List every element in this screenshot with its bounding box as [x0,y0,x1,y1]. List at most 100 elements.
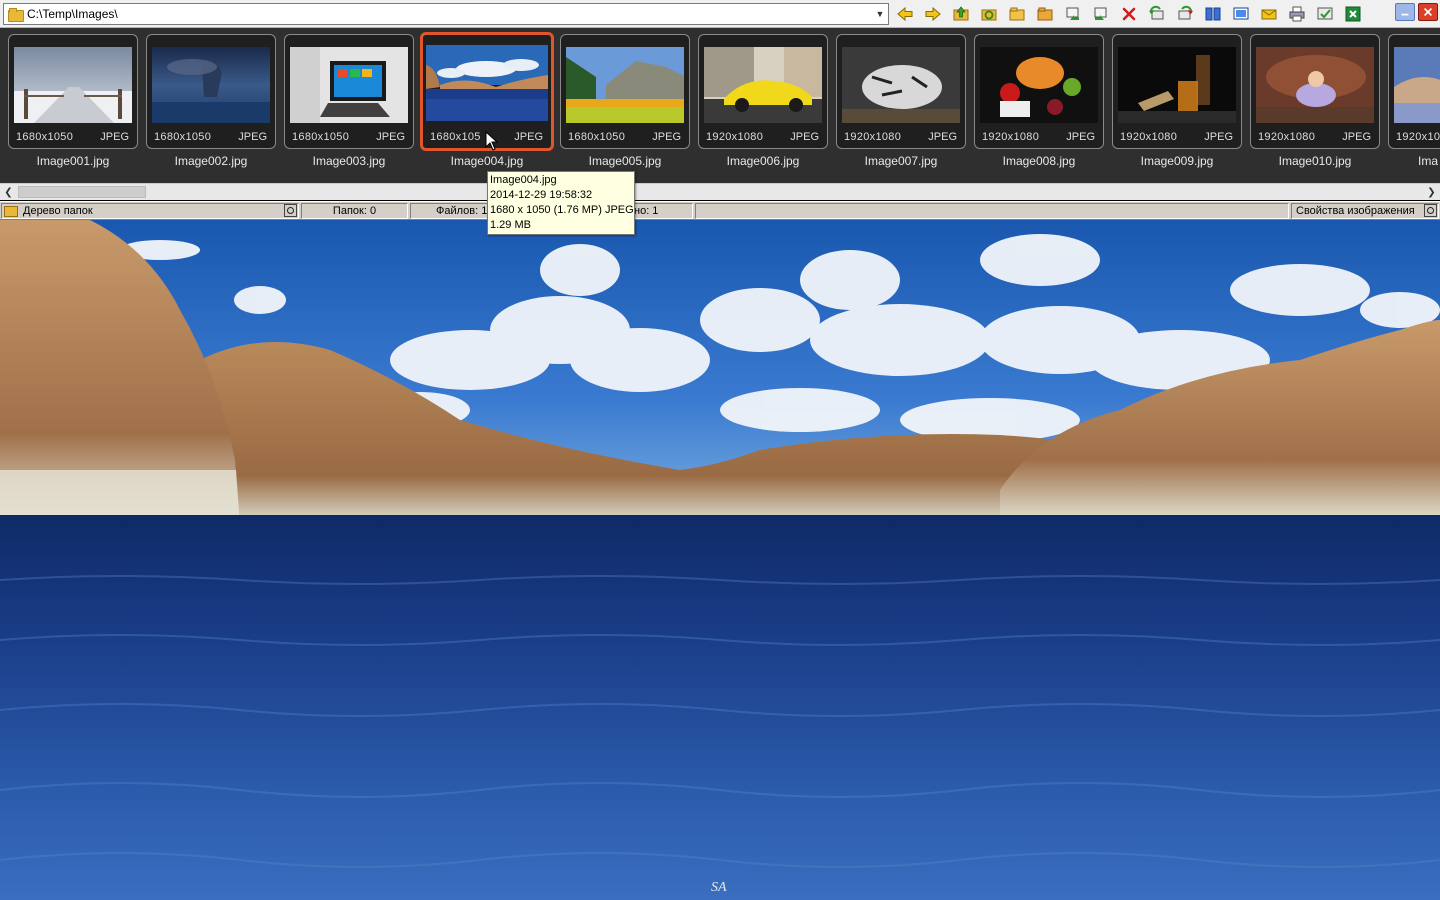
folder-up-icon [953,6,969,21]
folder-tree-pane[interactable]: Дерево папок [1,203,299,219]
thumbnail-card[interactable]: 1920x1080 JPEG [1250,34,1380,149]
thumbnail-scrollbar[interactable]: ❮ ❯ [0,183,1440,200]
thumbnail-filename[interactable]: Image001.jpg [8,154,138,168]
thumbnail-filename[interactable]: Image004.jpg [422,154,552,168]
rotate-right-icon [1178,5,1193,20]
back-button[interactable] [894,3,916,25]
thumbnail-format: JPEG [928,131,957,143]
thumbnail-strip[interactable]: 1680x1050 JPEG Image001.jpg 1680x1050 JP… [0,28,1440,183]
folder-up-button[interactable] [950,3,972,25]
thumbnail-format: JPEG [238,131,267,143]
minimize-button[interactable] [1395,3,1415,21]
image-properties-toggle-icon[interactable] [1424,204,1437,217]
top-bar: C:\Temp\Images\ ▼ [0,0,1440,28]
thumbnail-image [980,47,1098,123]
thumbnail-format: JPEG [790,131,819,143]
compare-icon [1205,7,1221,21]
scroll-right-arrow-icon[interactable]: ❯ [1423,184,1440,200]
arrow-left-icon [897,6,913,22]
compare-button[interactable] [1202,3,1224,25]
tooltip-date: 2014-12-29 19:58:32 [490,189,593,201]
thumbnail-filename[interactable]: Image005.jpg [560,154,690,168]
window-controls [1392,3,1438,21]
path-combobox[interactable]: C:\Temp\Images\ ▼ [3,3,889,25]
thumbnail-dimensions: 1680x1050 [16,131,74,143]
copy-to-button[interactable] [1062,3,1084,25]
thumbnail-filename[interactable]: Image009.jpg [1112,154,1242,168]
slideshow-button[interactable] [1230,3,1252,25]
export-excel-icon [1345,6,1361,22]
thumbnail-filename[interactable]: Image006.jpg [698,154,828,168]
image-viewer[interactable] [0,220,1440,900]
refresh-button[interactable] [978,3,1000,25]
refresh-icon [981,9,997,21]
rotate-right-button[interactable] [1174,3,1196,25]
thumbnail-card[interactable]: 1680x1050 JPEG [146,34,276,149]
status-bar: Дерево папок Папок: 0 Файлов: 1 но: 1 Св… [0,201,1440,220]
close-icon [1423,7,1433,17]
thumbnail-dimensions: 1920x10 [1396,131,1440,143]
arrow-right-icon [925,6,941,22]
path-text: C:\Temp\Images\ [27,7,118,21]
copy-to-icon [1066,7,1079,20]
close-button[interactable] [1418,3,1438,21]
thumbnail-dimensions: 1920x1080 [706,131,764,143]
tooltip-filesize: 1.29 MB [490,219,531,231]
folders-count: Папок: 0 [301,203,408,219]
thumbnail-image [152,47,270,123]
thumbnail-card[interactable]: 1920x1080 JPEG [974,34,1104,149]
delete-button[interactable] [1118,3,1140,25]
email-button[interactable] [1258,3,1280,25]
main-image [0,220,1440,900]
forward-button[interactable] [922,3,944,25]
thumbnail-image [566,47,684,123]
thumbnail-card[interactable]: 1680x1050 JPEG [8,34,138,149]
thumbnail-image [1118,47,1236,123]
thumbnail-filename[interactable]: Image003.jpg [284,154,414,168]
thumbnail-image [290,47,408,123]
thumbnail-image [14,47,132,123]
thumbnail-filename[interactable]: Ima [1388,154,1440,168]
folder-tree-label: Дерево папок [23,205,93,217]
thumbnail-format: JPEG [1204,131,1233,143]
image-properties-pane[interactable]: Свойства изображения [1291,203,1439,219]
rotate-left-icon [1149,5,1164,20]
wallpaper-button[interactable] [1314,3,1336,25]
email-icon [1261,9,1277,20]
scrollbar-thumb[interactable] [18,186,146,198]
new-folder-button[interactable] [1034,3,1056,25]
move-to-button[interactable] [1090,3,1112,25]
move-to-icon [1094,7,1107,20]
thumbnail-filename[interactable]: Image002.jpg [146,154,276,168]
thumbnail-card[interactable]: 1680x1050 JPEG [560,34,690,149]
thumbnail-dimensions: 1920x1080 [982,131,1040,143]
folder-tree-toggle-icon[interactable] [284,204,297,217]
print-button[interactable] [1286,3,1308,25]
thumbnail-filename[interactable]: Image010.jpg [1250,154,1380,168]
open-folder-button[interactable] [1006,3,1028,25]
folder-open-icon [1009,7,1025,21]
wallpaper-icon [1317,7,1333,20]
thumbnail-card[interactable]: 1920x1080 JPEG [698,34,828,149]
folder-icon [8,8,24,22]
chevron-down-icon[interactable]: ▼ [872,4,888,24]
rotate-left-button[interactable] [1146,3,1168,25]
tooltip-resolution: 1680 x 1050 (1.76 MP) JPEG [490,204,634,216]
thumbnail-card[interactable]: 1920x1080 JPEG [1112,34,1242,149]
thumbnail-filename[interactable]: Image008.jpg [974,154,1104,168]
scroll-left-arrow-icon[interactable]: ❮ [0,184,17,200]
export-button[interactable] [1342,3,1364,25]
thumbnail-card[interactable]: 1920x1080 JPEG [836,34,966,149]
thumbnail-dimensions: 1920x1080 [1120,131,1178,143]
thumbnail-image [842,47,960,123]
thumbnail-format: JPEG [514,131,543,143]
thumbnail-filename[interactable]: Image007.jpg [836,154,966,168]
thumbnail-card[interactable]: 1920x10 [1388,34,1440,149]
watermark: SA [711,880,727,895]
new-folder-icon [1037,7,1053,21]
toolbar [894,3,1370,25]
status-message [695,203,1289,219]
thumbnail-card[interactable]: 1680x1050 JPEG [284,34,414,149]
thumbnail-dimensions: 1920x1080 [1258,131,1316,143]
thumbnail-format: JPEG [652,131,681,143]
